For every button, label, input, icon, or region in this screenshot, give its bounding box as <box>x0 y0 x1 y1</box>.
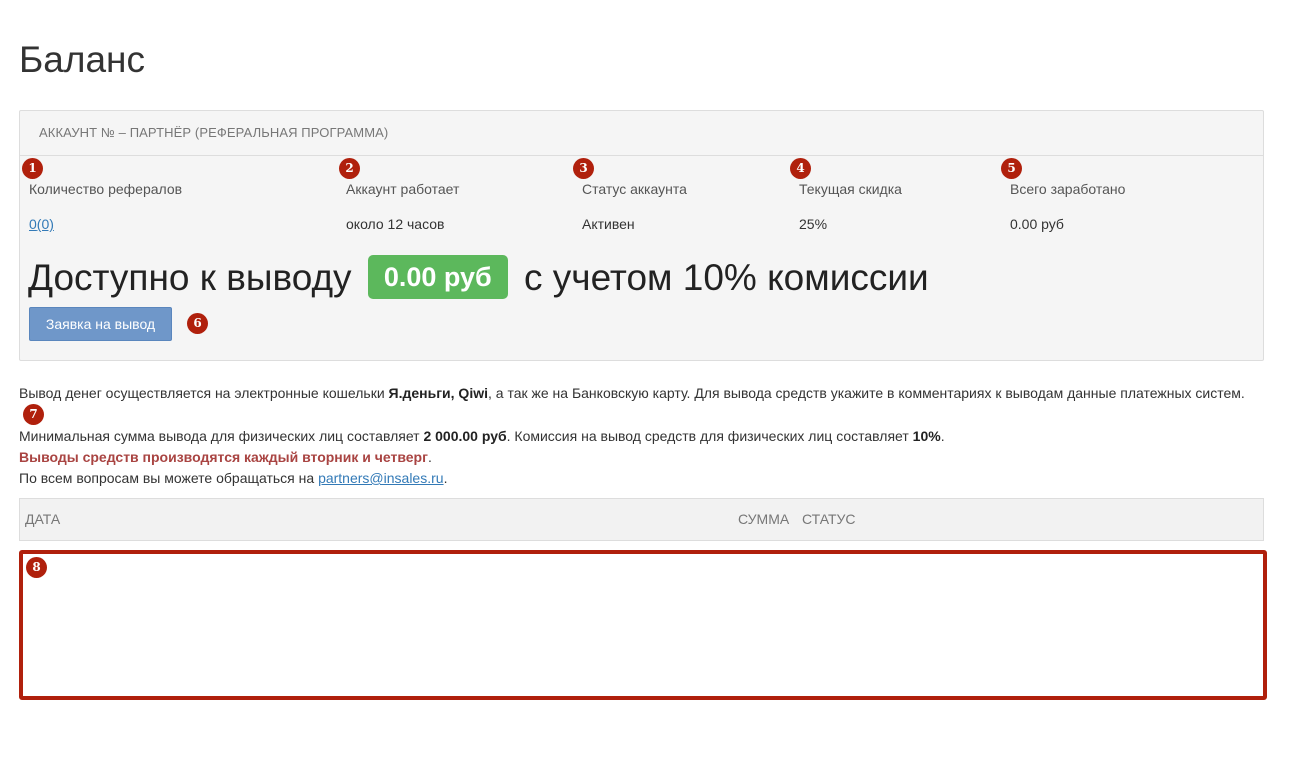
annotation-badge-2: 2 <box>339 158 360 179</box>
account-panel: АККАУНТ № – ПАРТНЁР (РЕФЕРАЛЬНАЯ ПРОГРАМ… <box>19 110 1264 361</box>
info-text: , а так же на Банковскую карту. Для выво… <box>488 385 1245 401</box>
stat-total-earned-value: 0.00 руб <box>1010 216 1064 232</box>
withdrawal-info: Вывод денег осуществляется на электронны… <box>19 383 1269 489</box>
withdraw-request-button[interactable]: Заявка на вывод <box>29 307 172 341</box>
stat-total-earned-label: Всего заработано <box>1010 181 1126 197</box>
info-schedule-warning: Выводы средств производятся каждый вторн… <box>19 449 428 465</box>
info-text: Минимальная сумма вывода для физических … <box>19 428 424 444</box>
stat-referrals-label: Количество рефералов <box>29 181 183 197</box>
info-line-contact: По всем вопросам вы можете обращаться на… <box>19 468 1269 489</box>
annotation-badge-6: 6 <box>187 313 208 334</box>
stat-account-age-value: около 12 часов <box>346 216 445 232</box>
annotation-badge-3: 3 <box>573 158 594 179</box>
page-title: Баланс <box>19 39 145 80</box>
info-wallet-names: Я.деньги, Qiwi <box>388 385 488 401</box>
info-line-wallets: Вывод денег осуществляется на электронны… <box>19 383 1269 426</box>
annotation-badge-8: 8 <box>26 557 47 578</box>
annotation-badge-4: 4 <box>790 158 811 179</box>
available-suffix: с учетом 10% комиссии <box>524 257 929 298</box>
info-minimum-amount: 2 000.00 руб <box>423 428 507 444</box>
available-prefix: Доступно к выводу <box>28 257 352 298</box>
info-text: . <box>443 470 448 486</box>
account-panel-heading: АККАУНТ № – ПАРТНЁР (РЕФЕРАЛЬНАЯ ПРОГРАМ… <box>20 111 1263 156</box>
info-text: . <box>427 449 432 465</box>
available-amount: 0.00 руб <box>367 255 508 299</box>
stat-account-age-label: Аккаунт работает <box>346 181 460 197</box>
referrals-count-link[interactable]: 0 <box>29 216 37 232</box>
info-line-minimum: Минимальная сумма вывода для физических … <box>19 426 1269 447</box>
stat-current-discount-value: 25% <box>799 216 828 232</box>
stat-account-status-value: Активен <box>582 216 635 232</box>
partners-email-link[interactable]: partners@insales.ru <box>318 470 444 486</box>
stat-account-status-label: Статус аккаунта <box>582 181 687 197</box>
annotation-badge-7: 7 <box>23 404 44 425</box>
column-header-sum[interactable]: СУММА <box>738 511 789 527</box>
column-header-status[interactable]: СТАТУС <box>802 511 856 527</box>
info-text: . Комиссия на вывод средств для физическ… <box>506 428 913 444</box>
withdrawals-table-body-highlight: 8 <box>19 550 1267 700</box>
info-commission-percent: 10% <box>912 428 941 444</box>
info-text: По всем вопросам вы можете обращаться на <box>19 470 319 486</box>
stat-current-discount-label: Текущая скидка <box>799 181 902 197</box>
annotation-badge-5: 5 <box>1001 158 1022 179</box>
withdrawals-table-header: ДАТА СУММА СТАТУС <box>19 498 1264 541</box>
inline-badge-wrapper: 7 <box>23 404 44 425</box>
annotation-badge-1: 1 <box>22 158 43 179</box>
referrals-sub-count-link[interactable]: (0) <box>37 216 54 232</box>
info-text: Вывод денег осуществляется на электронны… <box>19 385 389 401</box>
available-for-withdrawal: Доступно к выводу 0.00 руб с учетом 10% … <box>28 255 929 300</box>
balance-page: Баланс АККАУНТ № – ПАРТНЁР (РЕФЕРАЛЬНАЯ … <box>0 0 1300 762</box>
info-line-schedule: Выводы средств производятся каждый вторн… <box>19 447 1269 468</box>
stat-referrals-value: 0(0) <box>29 216 54 232</box>
info-text: . <box>940 428 945 444</box>
column-header-date[interactable]: ДАТА <box>25 511 60 527</box>
